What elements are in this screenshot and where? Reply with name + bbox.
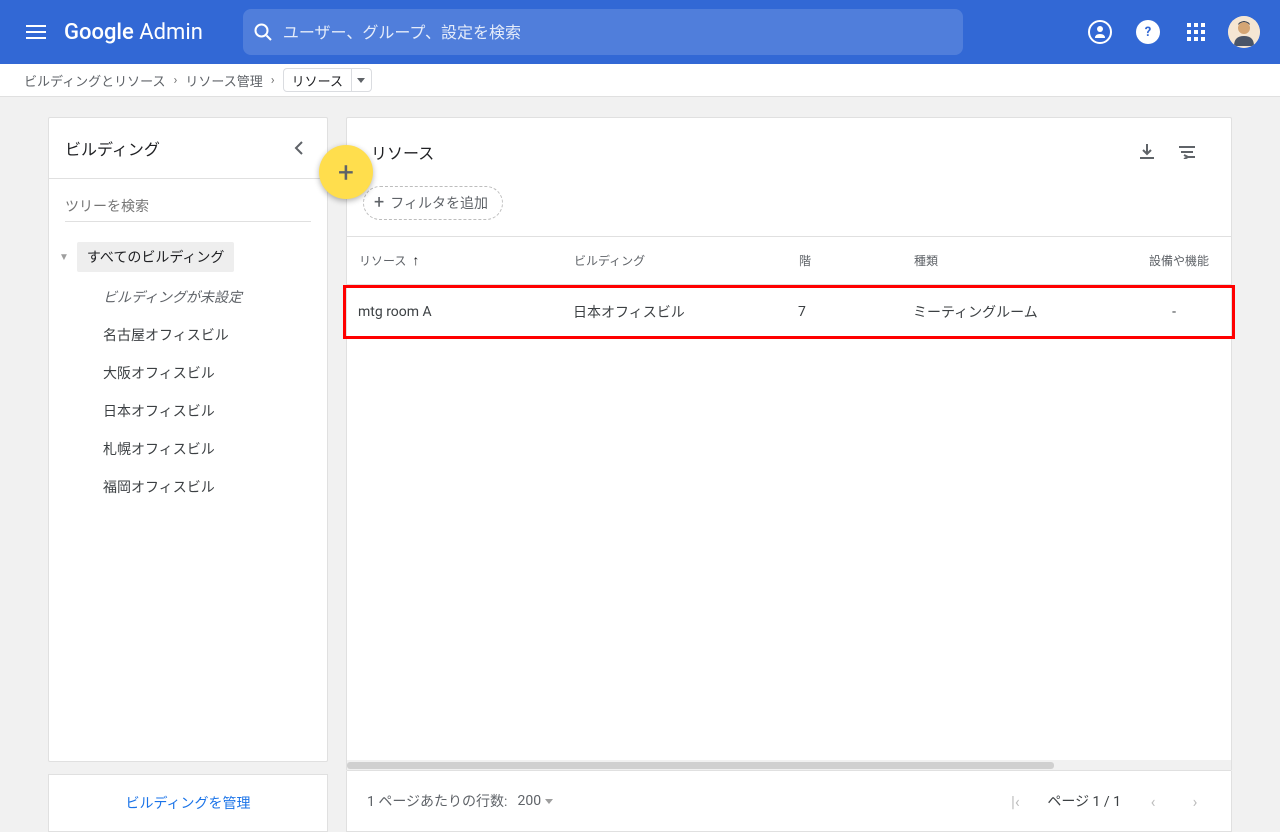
table-header: リソース ↑ ビルディング 階 種類 設備や機能 xyxy=(347,237,1231,285)
help-button[interactable]: ? xyxy=(1124,8,1172,56)
plus-icon: + xyxy=(338,156,354,189)
pagination: 1 ページあたりの行数: 200 |‹ ページ 1 / 1 ‹ › xyxy=(346,771,1232,832)
tree-item-4[interactable]: 札幌オフィスビル xyxy=(103,430,327,468)
chevron-right-icon: › xyxy=(173,73,177,88)
logo-admin: Admin xyxy=(139,20,203,45)
sort-ascending-icon: ↑ xyxy=(412,252,419,269)
rows-per-page-select[interactable]: 200 xyxy=(517,793,553,809)
col-header-resource[interactable]: リソース ↑ xyxy=(359,252,574,269)
chevron-left-icon xyxy=(294,141,304,155)
cell-building: 日本オフィスビル xyxy=(573,302,798,322)
caret-down-icon xyxy=(357,78,365,83)
col-header-resource-label: リソース xyxy=(359,252,406,269)
breadcrumb-dropdown[interactable] xyxy=(351,69,371,91)
profile-button[interactable] xyxy=(1220,8,1268,56)
cell-type: ミーティングルーム xyxy=(913,302,1138,322)
settings-list-button[interactable] xyxy=(1167,132,1207,172)
tree-item-0[interactable]: ビルディングが未設定 xyxy=(103,278,327,316)
search-input[interactable] xyxy=(275,23,955,42)
avatar xyxy=(1228,16,1260,48)
help-icon: ? xyxy=(1136,20,1160,44)
col-header-floor[interactable]: 階 xyxy=(799,252,914,269)
tree-search-input[interactable] xyxy=(65,193,311,222)
tree-item-3[interactable]: 日本オフィスビル xyxy=(103,392,327,430)
page-info: ページ 1 / 1 xyxy=(1047,791,1121,811)
prev-page-button[interactable]: ‹ xyxy=(1137,785,1169,817)
breadcrumb-item-0[interactable]: ビルディングとリソース xyxy=(24,71,165,90)
filter-list-icon xyxy=(1178,145,1196,159)
col-header-type[interactable]: 種類 xyxy=(914,252,1139,269)
tree-item-1[interactable]: 名古屋オフィスビル xyxy=(103,316,327,354)
cell-resource: mtg room A xyxy=(358,304,573,320)
manage-buildings-link[interactable]: ビルディングを管理 xyxy=(125,796,250,812)
download-icon xyxy=(1138,143,1156,161)
logo-google: Google xyxy=(64,20,134,45)
caret-down-icon xyxy=(545,799,553,804)
logo[interactable]: Google Admin xyxy=(64,20,203,45)
scrollbar-thumb[interactable] xyxy=(347,762,1054,769)
sidebar-footer: ビルディングを管理 xyxy=(48,774,328,832)
apps-grid-icon xyxy=(1187,23,1205,41)
search-icon xyxy=(251,20,275,44)
chevron-right-icon: › xyxy=(271,73,275,88)
breadcrumb: ビルディングとリソース › リソース管理 › リソース xyxy=(0,64,1280,97)
filter-chip-label: フィルタを追加 xyxy=(390,193,488,213)
sidebar-title: ビルディング xyxy=(65,136,160,160)
tree-item-2[interactable]: 大阪オフィスビル xyxy=(103,354,327,392)
sidebar: ビルディング ▼ すべてのビルディング ビルディングが未設定名古屋オフィスビル大… xyxy=(48,117,328,832)
resources-card: + リソース + フィルタを追加 リソース ↑ xyxy=(346,117,1232,771)
search-box[interactable] xyxy=(243,9,963,55)
account-age-button[interactable] xyxy=(1076,8,1124,56)
content: + リソース + フィルタを追加 リソース ↑ xyxy=(346,117,1232,832)
breadcrumb-current-label: リソース xyxy=(284,71,351,90)
download-button[interactable] xyxy=(1127,132,1167,172)
apps-button[interactable] xyxy=(1172,8,1220,56)
collapse-sidebar-button[interactable] xyxy=(287,136,311,160)
person-circle-icon xyxy=(1088,20,1112,44)
sidebar-header: ビルディング xyxy=(49,118,327,179)
plus-icon: + xyxy=(374,194,384,212)
table-row[interactable]: mtg room A日本オフィスビル7ミーティングルーム- xyxy=(343,285,1235,339)
card-title: リソース xyxy=(371,140,1127,164)
triangle-down-icon: ▼ xyxy=(59,252,69,263)
col-header-features[interactable]: 設備や機能 xyxy=(1139,252,1219,269)
filter-bar: + フィルタを追加 xyxy=(347,186,1231,237)
app-header: Google Admin ? xyxy=(0,0,1280,64)
first-page-button[interactable]: |‹ xyxy=(999,785,1031,817)
add-resource-fab[interactable]: + xyxy=(319,145,373,199)
tree-item-5[interactable]: 福岡オフィスビル xyxy=(103,468,327,506)
first-page-icon: |‹ xyxy=(1011,792,1020,811)
hamburger-icon xyxy=(26,31,46,33)
col-header-building[interactable]: ビルディング xyxy=(574,252,799,269)
card-header: リソース xyxy=(347,118,1231,186)
chevron-right-icon: › xyxy=(1193,792,1198,811)
table-body: mtg room A日本オフィスビル7ミーティングルーム- xyxy=(347,285,1231,339)
add-filter-chip[interactable]: + フィルタを追加 xyxy=(363,186,503,220)
building-tree: ▼ すべてのビルディング ビルディングが未設定名古屋オフィスビル大阪オフィスビル… xyxy=(49,230,327,526)
next-page-button[interactable]: › xyxy=(1179,785,1211,817)
menu-button[interactable] xyxy=(12,8,60,56)
tree-root-label: すべてのビルディング xyxy=(77,242,234,272)
rows-per-page-label: 1 ページあたりの行数: xyxy=(367,791,507,811)
rows-per-page-value: 200 xyxy=(517,793,541,809)
tree-search xyxy=(49,179,327,230)
breadcrumb-current: リソース xyxy=(283,68,372,92)
cell-features: - xyxy=(1138,304,1220,320)
sidebar-card: ビルディング ▼ すべてのビルディング ビルディングが未設定名古屋オフィスビル大… xyxy=(48,117,328,762)
tree-root[interactable]: ▼ すべてのビルディング xyxy=(49,236,327,278)
tree-children: ビルディングが未設定名古屋オフィスビル大阪オフィスビル日本オフィスビル札幌オフィ… xyxy=(49,278,327,506)
chevron-left-icon: ‹ xyxy=(1151,792,1156,811)
horizontal-scrollbar[interactable] xyxy=(347,760,1231,770)
cell-floor: 7 xyxy=(798,304,913,320)
breadcrumb-item-1[interactable]: リソース管理 xyxy=(185,71,262,90)
main: ビルディング ▼ すべてのビルディング ビルディングが未設定名古屋オフィスビル大… xyxy=(0,97,1280,832)
